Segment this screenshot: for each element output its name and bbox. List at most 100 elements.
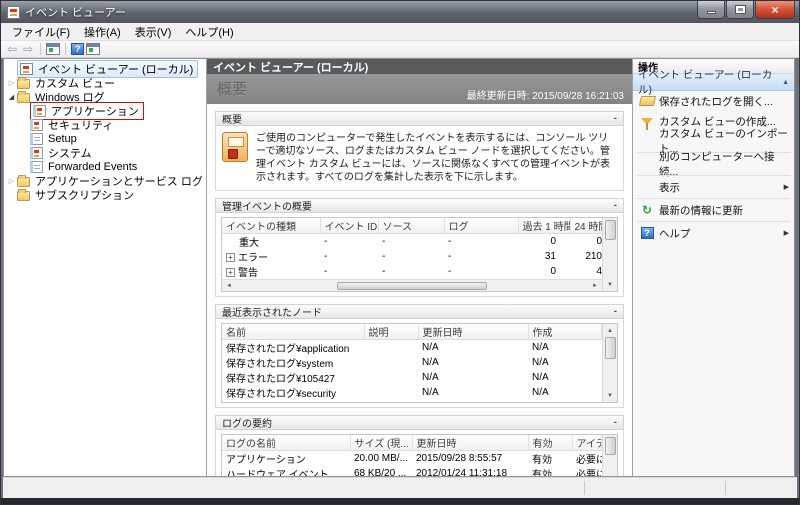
tree-item-setup[interactable]: Setup	[6, 132, 204, 146]
vertical-scrollbar[interactable]: ▼	[602, 435, 617, 476]
window-title: イベント ビューアー	[25, 7, 126, 19]
horizontal-scrollbar[interactable]: ◄ ►	[222, 279, 602, 291]
log-icon	[30, 161, 43, 173]
action-open-saved-log[interactable]: 保存されたログを開く...	[633, 91, 794, 111]
help-toolbar-icon[interactable]: ?	[71, 43, 85, 55]
admin-row-error[interactable]: + エラー - - - 31 210	[222, 249, 616, 264]
menu-file[interactable]: ファイル(F)	[5, 23, 77, 41]
recent-row[interactable]: 保存されたログ¥105427 N/A N/A	[222, 370, 602, 385]
back-icon[interactable]: ⇦	[5, 43, 19, 55]
col-log-name[interactable]: ログの名前	[222, 435, 351, 451]
group-collapse-icon[interactable]: ▲	[782, 79, 789, 86]
toolbar-separator	[65, 43, 67, 55]
log-icon	[30, 147, 43, 159]
event-viewer-icon	[20, 63, 33, 75]
overview-banner: 概要 最終更新日時: 2015/09/28 16:21:03	[207, 74, 632, 104]
menu-view[interactable]: 表示(V)	[128, 23, 179, 41]
actions-group-header[interactable]: イベント ビューアー (ローカル) ▲	[633, 69, 794, 96]
col-event-type[interactable]: イベントの種類	[222, 218, 321, 234]
recent-row[interactable]: 保存されたログ¥security N/A N/A	[222, 385, 602, 400]
section-admin-events: 管理イベントの概要 - イベントの種類 イベント ID ソース ログ 過去 1 …	[215, 198, 624, 297]
menu-action[interactable]: 操作(A)	[77, 23, 128, 41]
col-source[interactable]: ソース	[378, 218, 445, 234]
col-event-id[interactable]: イベント ID	[320, 218, 379, 234]
action-import-custom-view[interactable]: カスタム ビューのインポート...	[633, 128, 794, 155]
overview-description: ご使用のコンピューターで発生したイベントを表示するには、コンソール ツリーで適切…	[256, 133, 610, 183]
admin-row-critical[interactable]: 重大 - - - 0 0	[222, 234, 616, 249]
last-updated-timestamp: 最終更新日時: 2015/09/28 16:21:03	[466, 91, 624, 102]
separator	[637, 221, 790, 222]
section-recent-nodes-header[interactable]: 最近表示されたノード -	[215, 304, 624, 319]
recent-row-partial[interactable]: 保存されたログ¥	[222, 400, 602, 402]
close-button[interactable]: ×	[755, 1, 795, 19]
action-view[interactable]: 表示 ▶	[633, 177, 794, 197]
forward-icon[interactable]: ⇨	[21, 43, 35, 55]
scroll-thumb[interactable]	[604, 220, 616, 240]
console-window-icon[interactable]	[46, 43, 61, 55]
col-created[interactable]: 作成	[528, 324, 602, 340]
recent-row[interactable]: 保存されたログ¥system N/A N/A	[222, 355, 602, 370]
tree-expanded-icon[interactable]: ◢	[6, 93, 17, 101]
scroll-down-icon[interactable]: ▼	[603, 389, 617, 402]
title-bar[interactable]: イベント ビューアー ×	[1, 1, 799, 23]
scroll-down-icon[interactable]: ▼	[603, 278, 617, 291]
collapse-icon[interactable]: -	[614, 113, 617, 124]
scroll-thumb[interactable]	[604, 337, 616, 359]
submenu-arrow-icon: ▶	[783, 184, 789, 191]
app-icon	[7, 5, 20, 19]
expand-icon[interactable]: +	[226, 253, 235, 262]
col-retention-policy[interactable]: アイテム保持ポリシ...	[572, 435, 602, 451]
collapse-icon[interactable]: -	[614, 200, 617, 211]
vertical-scrollbar[interactable]: ▲ ▼	[602, 324, 617, 402]
content-area: イベント ビューアー (ローカル) ▷ カスタム ビュー ◢ Windows ロ…	[1, 58, 799, 477]
tree-item-application[interactable]: アプリケーション	[6, 102, 204, 120]
tree-collapsed-icon[interactable]: ▷	[6, 177, 17, 185]
col-description[interactable]: 説明	[364, 324, 419, 340]
tree-item-forwarded-events[interactable]: Forwarded Events	[6, 160, 204, 174]
tree-collapsed-icon[interactable]: ▷	[6, 79, 17, 87]
col-enabled[interactable]: 有効	[528, 435, 573, 451]
tree-item-apps-services-logs[interactable]: ▷ アプリケーションとサービス ログ	[6, 174, 204, 188]
log-summary-grid: ログの名前 サイズ (現... 更新日時 有効 アイテム保持ポリシ... アプリ…	[221, 434, 618, 476]
scroll-right-icon[interactable]: ►	[588, 283, 602, 289]
action-help[interactable]: ? ヘルプ ▶	[633, 223, 794, 243]
menu-help[interactable]: ヘルプ(H)	[178, 23, 240, 41]
col-log[interactable]: ログ	[444, 218, 519, 234]
scroll-up-icon[interactable]: ▲	[603, 324, 617, 337]
expand-icon[interactable]: +	[226, 268, 235, 277]
separator	[637, 175, 790, 176]
toolbar-separator	[40, 43, 42, 55]
col-modified[interactable]: 更新日時	[418, 324, 529, 340]
recent-row[interactable]: 保存されたログ¥application N/A N/A	[222, 340, 602, 355]
section-overview-header[interactable]: 概要 -	[215, 111, 624, 126]
minimize-button[interactable]	[697, 1, 725, 19]
action-connect-another-computer[interactable]: 別のコンピューターへ接続...	[633, 151, 794, 178]
maximize-button[interactable]	[726, 1, 754, 19]
scroll-thumb[interactable]	[337, 281, 487, 290]
logsum-row[interactable]: ハードウェア イベント 68 KB/20 ... 2012/01/24 11:3…	[222, 466, 602, 476]
tree-item-subscriptions[interactable]: サブスクリプション	[6, 188, 204, 202]
col-size[interactable]: サイズ (現...	[350, 435, 413, 451]
action-refresh[interactable]: ↻ 最新の情報に更新	[633, 200, 794, 220]
col-last-hour[interactable]: 過去 1 時間	[518, 218, 571, 234]
tree-item-system[interactable]: システム	[6, 146, 204, 160]
console-window-icon-2[interactable]	[86, 43, 101, 55]
folder-icon	[17, 189, 30, 201]
section-log-summary-header[interactable]: ログの要約 -	[215, 415, 624, 430]
section-admin-events-header[interactable]: 管理イベントの概要 -	[215, 198, 624, 213]
collapse-icon[interactable]: -	[614, 306, 617, 317]
vertical-scrollbar[interactable]: ▼	[602, 218, 617, 291]
col-modified[interactable]: 更新日時	[412, 435, 529, 451]
admin-row-warning[interactable]: + 警告 - - - 0 4	[222, 264, 616, 279]
folder-open-icon	[638, 96, 656, 106]
recent-nodes-grid: 名前 説明 更新日時 作成 保存されたログ¥application N/A N/…	[221, 323, 618, 403]
tree-item-security[interactable]: セキュリティ	[6, 118, 204, 132]
scroll-thumb[interactable]	[604, 437, 616, 455]
tree-item-custom-views[interactable]: ▷ カスタム ビュー	[6, 76, 204, 90]
col-name[interactable]: 名前	[222, 324, 365, 340]
logsum-row[interactable]: アプリケーション 20.00 MB/... 2015/09/28 8:55:57…	[222, 451, 602, 466]
tree-item-root[interactable]: イベント ビューアー (ローカル)	[6, 60, 204, 78]
collapse-icon[interactable]: -	[614, 417, 617, 428]
status-divider	[725, 481, 726, 495]
scroll-left-icon[interactable]: ◄	[222, 283, 236, 289]
